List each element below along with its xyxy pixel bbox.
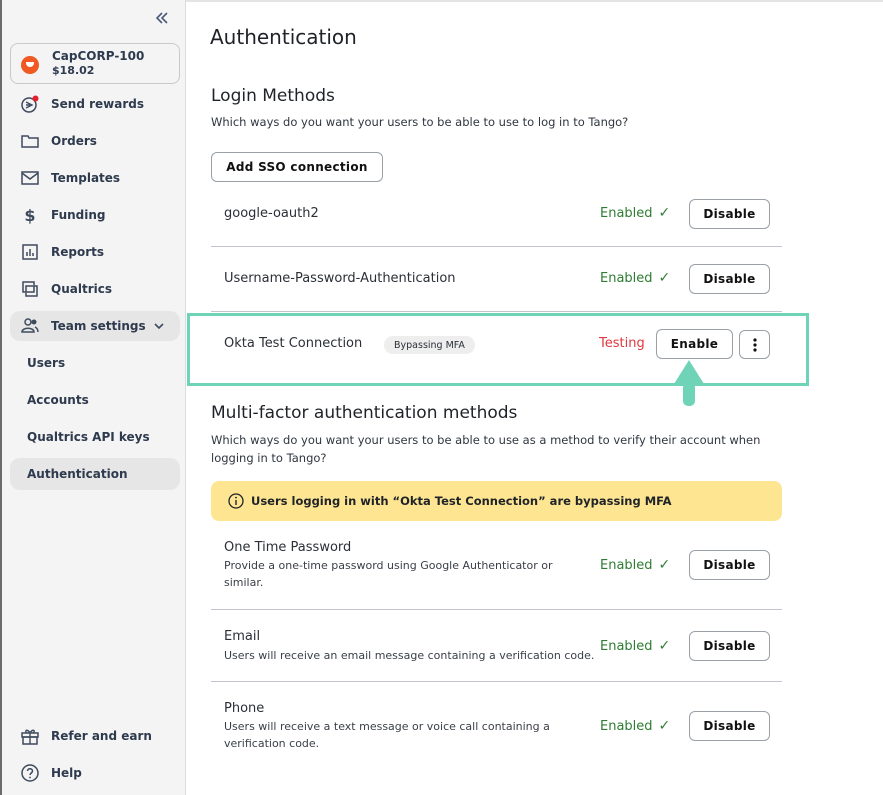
status-text: Enabled (600, 205, 653, 221)
status-enabled: Enabled ✓ (600, 718, 670, 734)
dollar-icon: $ (24, 205, 36, 225)
sidebar-item-send-rewards[interactable]: Send rewards (10, 89, 180, 119)
account-name: CapCORP-100 (52, 49, 145, 63)
status-enabled: Enabled ✓ (600, 205, 670, 221)
top-divider (186, 0, 883, 2)
sidebar-item-label: Reports (51, 245, 105, 259)
disable-button[interactable]: Disable (689, 631, 770, 661)
chart-icon (20, 242, 40, 262)
disable-button[interactable]: Disable (689, 264, 770, 294)
help-icon (20, 763, 40, 783)
sidebar-item-label: Send rewards (51, 97, 144, 111)
sidebar-item-label: Help (51, 766, 82, 780)
add-sso-connection-button[interactable]: Add SSO connection (211, 152, 383, 182)
team-icon (20, 316, 40, 336)
sidebar-item-label: Qualtrics API keys (27, 430, 150, 444)
sidebar-item-label: Accounts (27, 393, 89, 407)
sidebar-item-authentication[interactable]: Authentication (10, 458, 180, 490)
account-switcher[interactable]: CapCORP-100 $18.02 (10, 43, 180, 84)
checkmark-icon: ✓ (658, 205, 671, 221)
sidebar-item-reports[interactable]: Reports (10, 237, 180, 267)
sidebar-item-users[interactable]: Users (10, 347, 180, 379)
pointer-arrow-icon (674, 360, 704, 406)
mfa-method-description: Provide a one-time password using Google… (224, 559, 553, 589)
folder-icon (20, 131, 40, 151)
qualtrics-icon (20, 279, 40, 299)
mfa-method-description: Users will receive an email message cont… (224, 649, 595, 662)
sidebar-item-label: Authentication (27, 467, 128, 481)
sidebar-item-orders[interactable]: Orders (10, 126, 180, 156)
send-rewards-icon (20, 94, 40, 114)
sidebar-item-label: Refer and earn (51, 729, 152, 743)
sidebar-item-refer-and-earn[interactable]: Refer and earn (10, 721, 180, 751)
sidebar-item-label: Team settings (51, 319, 146, 333)
row-divider (211, 311, 782, 312)
mail-icon (20, 168, 40, 188)
more-options-button[interactable] (739, 330, 770, 359)
disable-button[interactable]: Disable (689, 550, 770, 580)
sidebar-item-funding[interactable]: $ Funding (10, 200, 180, 230)
chevron-down-icon (154, 323, 164, 330)
login-methods-description: Which ways do you want your users to be … (211, 115, 629, 129)
row-divider (211, 609, 782, 610)
sidebar: CapCORP-100 $18.02 Send rewards Orders T… (0, 0, 186, 795)
page-title: Authentication (210, 25, 357, 49)
login-method-name: google-oauth2 (224, 206, 319, 221)
checkmark-icon: ✓ (658, 718, 671, 734)
account-logo-icon (21, 56, 39, 74)
mfa-method-name: Phone (224, 701, 265, 716)
sidebar-item-qualtrics[interactable]: Qualtrics (10, 274, 180, 304)
mfa-method-description: Users will receive a text message or voi… (224, 720, 550, 750)
mfa-methods-title: Multi-factor authentication methods (211, 403, 518, 423)
account-balance: $18.02 (52, 64, 95, 77)
mfa-methods-description: Which ways do you want your users to be … (211, 433, 761, 465)
sidebar-item-label: Funding (51, 208, 106, 222)
login-methods-title: Login Methods (211, 86, 335, 106)
sidebar-item-label: Templates (51, 171, 121, 185)
sidebar-item-label: Users (27, 356, 66, 370)
login-method-name: Username-Password-Authentication (224, 271, 456, 286)
mfa-bypass-alert: Users logging in with “Okta Test Connect… (211, 481, 782, 521)
mfa-method-name: Email (224, 629, 261, 644)
status-enabled: Enabled ✓ (600, 270, 670, 286)
status-text: Enabled (600, 270, 653, 286)
status-text: Enabled (600, 718, 653, 734)
gift-icon (20, 726, 40, 746)
collapse-sidebar-button[interactable] (153, 10, 171, 28)
bypassing-mfa-badge: Bypassing MFA (384, 336, 475, 354)
checkmark-icon: ✓ (658, 557, 671, 573)
sidebar-item-label: Orders (51, 134, 97, 148)
sidebar-item-label: Qualtrics (51, 282, 112, 296)
disable-button[interactable]: Disable (689, 199, 770, 229)
disable-button[interactable]: Disable (689, 711, 770, 741)
info-icon (228, 493, 244, 509)
sidebar-item-templates[interactable]: Templates (10, 163, 180, 193)
login-method-name: Okta Test Connection (224, 336, 363, 351)
enable-button[interactable]: Enable (656, 329, 733, 359)
status-enabled: Enabled ✓ (600, 638, 670, 654)
checkmark-icon: ✓ (658, 270, 671, 286)
status-text: Enabled (600, 557, 653, 573)
status-enabled: Enabled ✓ (600, 557, 670, 573)
status-text: Enabled (600, 638, 653, 654)
status-testing: Testing (599, 336, 645, 351)
sidebar-item-accounts[interactable]: Accounts (10, 384, 180, 416)
mfa-method-name: One Time Password (224, 540, 352, 555)
alert-text: Users logging in with “Okta Test Connect… (251, 494, 672, 508)
checkmark-icon: ✓ (658, 638, 671, 654)
sidebar-item-qualtrics-api-keys[interactable]: Qualtrics API keys (10, 421, 180, 453)
row-divider (211, 246, 782, 247)
row-divider (211, 681, 782, 682)
kebab-menu-icon (752, 337, 757, 352)
sidebar-item-help[interactable]: Help (10, 758, 180, 788)
sidebar-item-team-settings[interactable]: Team settings (10, 311, 180, 341)
double-chevron-left-icon (155, 12, 168, 24)
